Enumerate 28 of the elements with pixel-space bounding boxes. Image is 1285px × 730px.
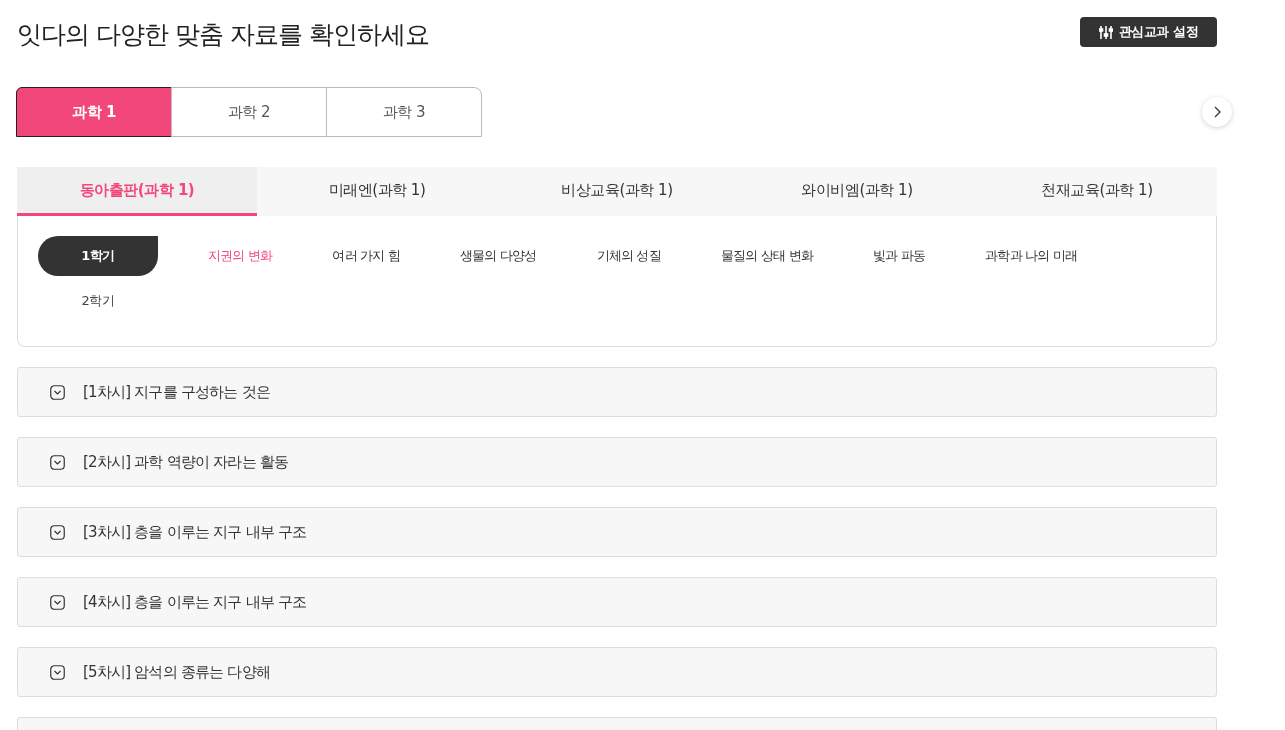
unit-link[interactable]: 기체의 성질 bbox=[596, 247, 661, 265]
unit-link[interactable]: 생물의 다양성 bbox=[460, 247, 537, 265]
page-title: 잇다의 다양한 맞춤 자료를 확인하세요 bbox=[17, 19, 429, 51]
settings-button[interactable]: 관심교과 설정 bbox=[1080, 17, 1217, 47]
unit-link[interactable]: 지권의 변화 bbox=[208, 247, 273, 265]
sliders-icon bbox=[1099, 25, 1113, 39]
chevron-right-icon bbox=[1213, 106, 1221, 118]
expand-icon bbox=[50, 524, 65, 540]
next-button[interactable] bbox=[1202, 97, 1232, 127]
semester-tab[interactable]: 2학기 bbox=[38, 281, 158, 321]
unit-link[interactable]: 빛과 파동 bbox=[873, 247, 926, 265]
lesson-row[interactable]: [1차시] 지구를 구성하는 것은 bbox=[17, 367, 1217, 417]
grade-tab[interactable]: 과학 2 bbox=[171, 87, 327, 137]
grade-tab[interactable]: 과학 1 bbox=[16, 87, 172, 137]
lesson-row[interactable]: [5차시] 암석의 종류는 다양해 bbox=[17, 647, 1217, 697]
grade-tab[interactable]: 과학 3 bbox=[326, 87, 482, 137]
semester-tab[interactable]: 1학기 bbox=[38, 236, 158, 276]
expand-icon bbox=[50, 384, 65, 400]
unit-link[interactable]: 물질의 상태 변화 bbox=[720, 247, 813, 265]
lesson-row[interactable] bbox=[17, 717, 1217, 730]
expand-icon bbox=[50, 454, 65, 470]
lesson-row[interactable]: [4차시] 층을 이루는 지구 내부 구조 bbox=[17, 577, 1217, 627]
expand-icon bbox=[50, 664, 65, 680]
unit-link[interactable]: 여러 가지 힘 bbox=[332, 247, 400, 265]
lesson-row[interactable]: [3차시] 층을 이루는 지구 내부 구조 bbox=[17, 507, 1217, 557]
unit-link[interactable]: 과학과 나의 미래 bbox=[985, 247, 1078, 265]
lesson-row[interactable]: [2차시] 과학 역량이 자라는 활동 bbox=[17, 437, 1217, 487]
expand-icon bbox=[50, 594, 65, 610]
